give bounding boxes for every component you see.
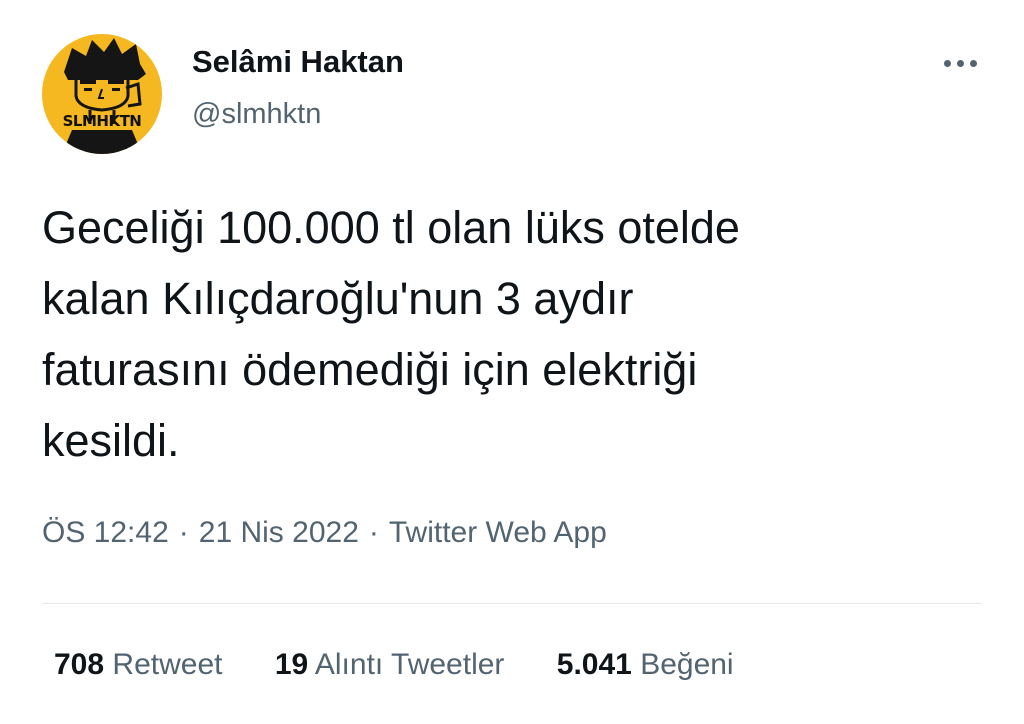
retweets-stat[interactable]: 708 Retweet xyxy=(54,648,222,682)
avatar-label: SLMHKTN xyxy=(62,112,142,130)
more-options-button[interactable] xyxy=(940,52,982,76)
separator: · xyxy=(178,516,189,549)
quote-count: 19 xyxy=(274,648,309,681)
author-display-name[interactable]: Selâmi Haktan xyxy=(192,44,404,80)
tweet-card: SLMHKTN Selâmi Haktan @slmhktn Geceliği … xyxy=(0,0,1024,724)
retweet-count: 708 xyxy=(54,648,105,681)
author-handle[interactable]: @slmhktn xyxy=(192,98,321,131)
avatar-face-illustration xyxy=(62,38,146,154)
tweet-source[interactable]: Twitter Web App xyxy=(389,516,607,549)
separator: · xyxy=(368,516,379,549)
tweet-time[interactable]: ÖS 12:42 xyxy=(42,516,169,549)
divider xyxy=(42,603,982,604)
likes-stat[interactable]: 5.041 Beğeni xyxy=(557,648,734,682)
like-count: 5.041 xyxy=(556,648,632,681)
more-horizontal-icon xyxy=(970,60,977,67)
tweet-text: Geceliği 100.000 tl olan lüks otelde kal… xyxy=(42,202,740,466)
quote-label: Alıntı Tweetler xyxy=(314,648,505,681)
tweet-date[interactable]: 21 Nis 2022 xyxy=(199,516,359,549)
quotes-stat[interactable]: 19 Alıntı Tweetler xyxy=(275,648,505,682)
more-horizontal-icon xyxy=(944,60,951,67)
avatar[interactable]: SLMHKTN xyxy=(42,34,162,154)
tweet-metadata: ÖS 12:42 · 21 Nis 2022 · Twitter Web App xyxy=(42,516,607,550)
like-label: Beğeni xyxy=(640,648,734,681)
tweet-stats: 708 Retweet 19 Alıntı Tweetler 5.041 Beğ… xyxy=(54,648,778,682)
retweet-label: Retweet xyxy=(112,648,223,681)
more-horizontal-icon xyxy=(957,60,964,67)
